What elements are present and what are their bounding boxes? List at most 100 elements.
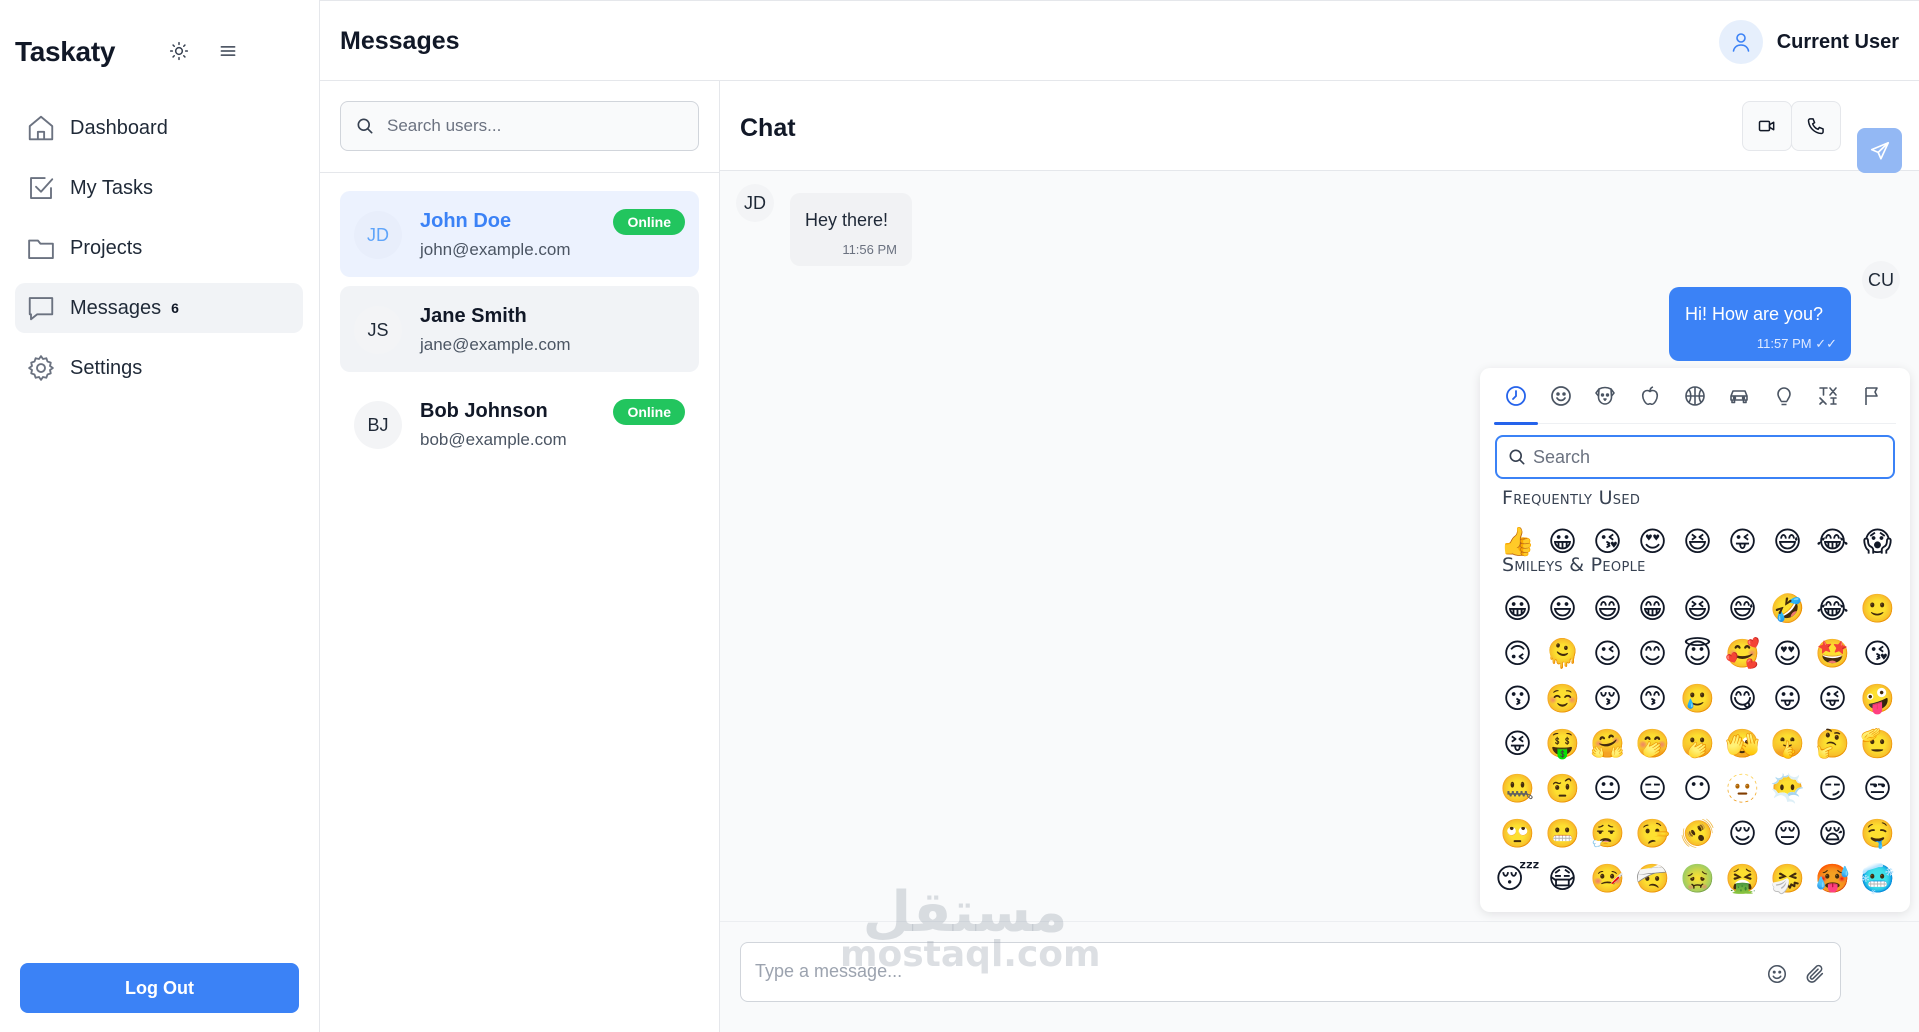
sidebar-item-projects[interactable]: Projects bbox=[15, 223, 303, 273]
emoji-item[interactable]: 😇 bbox=[1675, 631, 1720, 676]
emoji-item[interactable]: 🤪 bbox=[1855, 676, 1900, 721]
emoji-item[interactable]: 😪 bbox=[1810, 811, 1855, 856]
emoji-item[interactable]: 😶‍🌫️ bbox=[1765, 766, 1810, 811]
emoji-item[interactable]: 🤐 bbox=[1495, 766, 1540, 811]
sidebar-item-settings[interactable]: Settings bbox=[15, 343, 303, 393]
voice-call-button[interactable] bbox=[1791, 101, 1841, 151]
emoji-item[interactable]: 🥲 bbox=[1675, 676, 1720, 721]
current-user-menu[interactable]: Current User bbox=[1718, 20, 1899, 64]
user-item-jane-smith[interactable]: JS Jane Smith jane@example.com bbox=[340, 286, 699, 372]
emoji-item[interactable]: 🤔 bbox=[1810, 721, 1855, 766]
sun-icon[interactable] bbox=[166, 38, 192, 64]
emoji-item[interactable]: 😛 bbox=[1765, 676, 1810, 721]
emoji-item[interactable]: 🙄 bbox=[1495, 811, 1540, 856]
emoji-item[interactable]: 🤧 bbox=[1765, 856, 1810, 901]
emoji-item[interactable]: 😑 bbox=[1630, 766, 1675, 811]
emoji-item[interactable]: 😂 bbox=[1810, 519, 1855, 564]
emoji-item[interactable]: 🤥 bbox=[1630, 811, 1675, 856]
emoji-item[interactable]: 🙃 bbox=[1495, 631, 1540, 676]
emoji-item[interactable]: 🥵 bbox=[1810, 856, 1855, 901]
emoji-item[interactable]: 🫡 bbox=[1855, 721, 1900, 766]
emoji-item[interactable]: 🤫 bbox=[1765, 721, 1810, 766]
category-smileys[interactable] bbox=[1539, 368, 1584, 424]
emoji-item[interactable]: ☺️ bbox=[1540, 676, 1585, 721]
emoji-item[interactable]: 😒 bbox=[1855, 766, 1900, 811]
emoji-item[interactable]: 😜 bbox=[1810, 676, 1855, 721]
category-frequent[interactable] bbox=[1494, 368, 1539, 425]
emoji-item[interactable]: 😀 bbox=[1495, 586, 1540, 631]
emoji-item[interactable]: 🤨 bbox=[1540, 766, 1585, 811]
search-users-input[interactable] bbox=[387, 116, 687, 136]
emoji-item[interactable]: 🫠 bbox=[1540, 631, 1585, 676]
emoji-item[interactable]: 😷 bbox=[1540, 856, 1585, 901]
emoji-item[interactable]: 🤭 bbox=[1630, 721, 1675, 766]
emoji-item[interactable]: 😴 bbox=[1495, 856, 1540, 901]
emoji-item[interactable]: 😔 bbox=[1765, 811, 1810, 856]
sidebar-item-messages[interactable]: Messages 6 bbox=[15, 283, 303, 333]
emoji-item[interactable]: 🫥 bbox=[1720, 766, 1765, 811]
emoji-item[interactable]: 🤤 bbox=[1855, 811, 1900, 856]
send-button[interactable] bbox=[1857, 128, 1902, 173]
emoji-item[interactable]: 😄 bbox=[1585, 586, 1630, 631]
emoji-item[interactable]: 🤩 bbox=[1810, 631, 1855, 676]
emoji-item[interactable]: 😬 bbox=[1540, 811, 1585, 856]
emoji-button[interactable] bbox=[1764, 961, 1790, 987]
emoji-item[interactable]: 🥰 bbox=[1720, 631, 1765, 676]
emoji-item[interactable]: 😂 bbox=[1810, 586, 1855, 631]
category-food[interactable] bbox=[1628, 368, 1673, 424]
emoji-item[interactable]: 😍 bbox=[1765, 631, 1810, 676]
category-activities[interactable] bbox=[1672, 368, 1717, 424]
emoji-item[interactable]: 🤕 bbox=[1630, 856, 1675, 901]
emoji-item[interactable]: 🙂 bbox=[1855, 586, 1900, 631]
category-travel[interactable] bbox=[1717, 368, 1762, 424]
emoji-search-box[interactable] bbox=[1495, 435, 1895, 479]
logout-button[interactable]: Log Out bbox=[20, 963, 299, 1013]
emoji-item[interactable]: 🤮 bbox=[1720, 856, 1765, 901]
user-search-box[interactable] bbox=[340, 101, 699, 151]
emoji-item[interactable]: 😚 bbox=[1585, 676, 1630, 721]
attach-button[interactable] bbox=[1802, 961, 1828, 987]
emoji-item[interactable]: 😉 bbox=[1585, 631, 1630, 676]
category-animals[interactable] bbox=[1583, 368, 1628, 424]
emoji-item[interactable]: 😘 bbox=[1855, 631, 1900, 676]
emoji-item[interactable]: 😝 bbox=[1495, 721, 1540, 766]
emoji-item[interactable]: 😊 bbox=[1630, 631, 1675, 676]
emoji-item[interactable]: 🫨 bbox=[1675, 811, 1720, 856]
category-symbols[interactable] bbox=[1806, 368, 1851, 424]
user-item-bob-johnson[interactable]: BJ Bob Johnson bob@example.com Online bbox=[340, 381, 699, 467]
user-item-john-doe[interactable]: JD John Doe john@example.com Online bbox=[340, 191, 699, 277]
emoji-item[interactable]: 🤗 bbox=[1585, 721, 1630, 766]
emoji-item[interactable]: 🫢 bbox=[1675, 721, 1720, 766]
emoji-item[interactable]: 😙 bbox=[1630, 676, 1675, 721]
emoji-item[interactable]: 😱 bbox=[1855, 519, 1900, 564]
emoji-item[interactable]: 😶 bbox=[1675, 766, 1720, 811]
sidebar-item-dashboard[interactable]: Dashboard bbox=[15, 103, 303, 153]
category-flags[interactable] bbox=[1851, 368, 1896, 424]
emoji-item[interactable]: 🤢 bbox=[1675, 856, 1720, 901]
emoji-item[interactable]: 🫣 bbox=[1720, 721, 1765, 766]
sidebar-item-my-tasks[interactable]: My Tasks bbox=[15, 163, 303, 213]
emoji-item[interactable]: 😗 bbox=[1495, 676, 1540, 721]
emoji-item[interactable]: 😃 bbox=[1540, 586, 1585, 631]
emoji-item[interactable]: 😏 bbox=[1810, 766, 1855, 811]
emoji-item[interactable]: 😆 bbox=[1675, 519, 1720, 564]
emoji-item[interactable]: 🥶 bbox=[1855, 856, 1900, 901]
message-input[interactable] bbox=[755, 961, 1735, 982]
hamburger-icon[interactable] bbox=[215, 38, 241, 64]
emoji-item[interactable]: 😌 bbox=[1720, 811, 1765, 856]
emoji-item[interactable]: 😆 bbox=[1675, 586, 1720, 631]
video-call-button[interactable] bbox=[1742, 101, 1792, 151]
emoji-item[interactable]: 🤑 bbox=[1540, 721, 1585, 766]
emoji-item[interactable]: 😅 bbox=[1765, 519, 1810, 564]
message-input-box[interactable] bbox=[740, 942, 1841, 1002]
emoji-item[interactable]: 😋 bbox=[1720, 676, 1765, 721]
emoji-item[interactable]: 😁 bbox=[1630, 586, 1675, 631]
emoji-item[interactable]: 😅 bbox=[1720, 586, 1765, 631]
emoji-item[interactable]: 😮‍💨 bbox=[1585, 811, 1630, 856]
emoji-search-input[interactable] bbox=[1533, 446, 1873, 468]
emoji-item[interactable]: 🤒 bbox=[1585, 856, 1630, 901]
category-objects[interactable] bbox=[1762, 368, 1807, 424]
emoji-item[interactable]: 😜 bbox=[1720, 519, 1765, 564]
emoji-item[interactable]: 😐 bbox=[1585, 766, 1630, 811]
emoji-item[interactable]: 🤣 bbox=[1765, 586, 1810, 631]
